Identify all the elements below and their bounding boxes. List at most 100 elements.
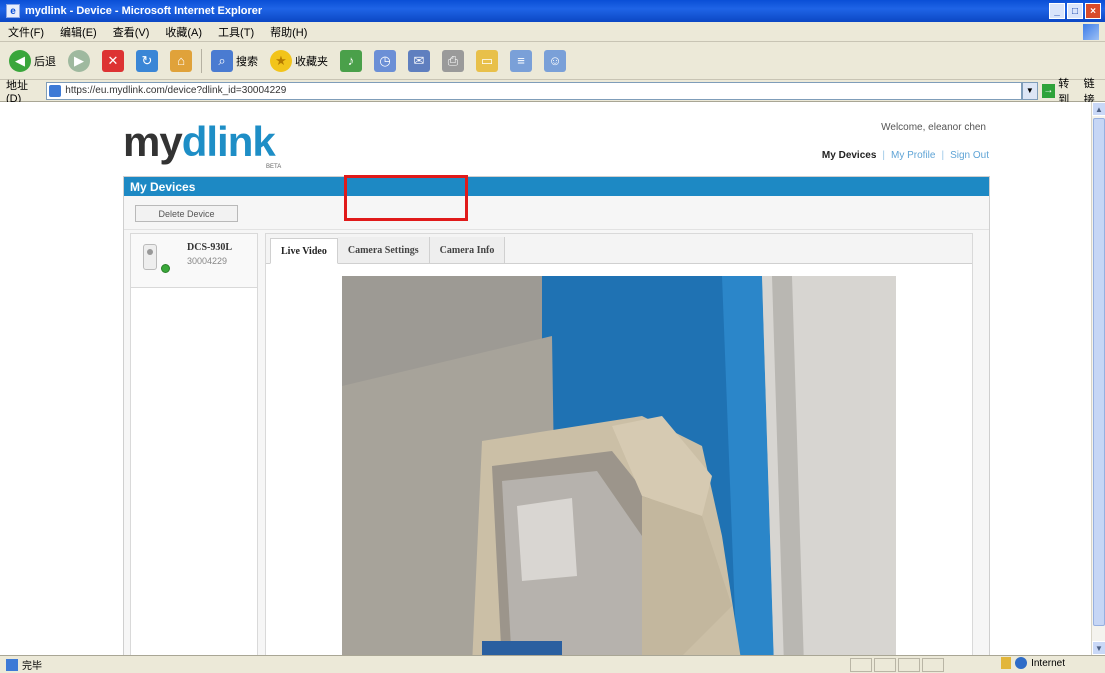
address-label: 地址(D) [6, 79, 28, 105]
maximize-button[interactable]: □ [1067, 3, 1083, 19]
logo-dlink: dlink [181, 118, 276, 165]
status-bar: 完毕 Internet [0, 655, 1105, 673]
scroll-down-icon[interactable]: ▼ [1092, 641, 1105, 655]
favorites-label: 收藏夹 [295, 55, 328, 68]
zone-label: Internet [1031, 657, 1065, 669]
search-label: 搜索 [236, 55, 258, 68]
folder-button[interactable]: ▭ [473, 48, 501, 74]
page-icon [49, 84, 62, 97]
device-tabbar: Live Video Camera Settings Camera Info [266, 234, 972, 264]
device-list: DCS-930L 30004229 [130, 233, 258, 655]
address-bar: 地址(D) https://eu.mydlink.com/device?dlin… [0, 78, 1105, 106]
star-icon: ★ [270, 49, 292, 72]
menu-file[interactable]: 文件(F) [8, 24, 44, 40]
mail-icon: ✉ [408, 49, 430, 72]
nav-my-profile[interactable]: My Profile [891, 150, 935, 161]
nav-my-devices[interactable]: My Devices [822, 150, 876, 161]
red-highlight-box [344, 175, 468, 221]
vertical-scrollbar[interactable]: ▲ ▼ [1091, 102, 1105, 655]
device-id: 30004229 [187, 256, 228, 266]
my-devices-panel: My Devices Delete Device DCS-930L 300042… [123, 176, 990, 655]
go-arrow-icon: → [1041, 83, 1056, 98]
messenger-button[interactable]: ☺ [541, 48, 569, 74]
globe-icon [1015, 657, 1028, 669]
messenger-icon: ☺ [544, 49, 566, 72]
history-button[interactable]: ◷ [371, 48, 399, 74]
menu-help[interactable]: 帮助(H) [270, 24, 307, 40]
window-titlebar: e mydlink - Device - Microsoft Internet … [0, 0, 1105, 22]
nav-sign-out[interactable]: Sign Out [950, 150, 989, 161]
device-list-item[interactable]: DCS-930L 30004229 [131, 234, 257, 288]
menu-view[interactable]: 查看(V) [113, 24, 150, 40]
online-status-icon [161, 264, 170, 273]
window-title: mydlink - Device - Microsoft Internet Ex… [25, 5, 263, 17]
tab-live-video[interactable]: Live Video [270, 238, 338, 264]
camera-icon [143, 244, 157, 270]
address-dropdown[interactable]: ▼ [1021, 81, 1038, 100]
security-zone: Internet [1001, 657, 1065, 669]
page-viewport: mydlink BETA Welcome, eleanor chen My De… [0, 102, 1091, 655]
close-button[interactable]: × [1085, 3, 1101, 19]
folder-icon: ▭ [476, 49, 498, 72]
logo-beta: BETA [266, 164, 282, 170]
logo-my: my [123, 118, 183, 165]
home-icon: ⌂ [170, 49, 192, 72]
print-icon: ⎙ [442, 49, 464, 72]
minimize-button[interactable]: _ [1049, 3, 1065, 19]
menu-edit[interactable]: 编辑(E) [60, 24, 97, 40]
stop-icon: ✕ [102, 49, 124, 72]
media-icon: ♪ [340, 49, 362, 72]
refresh-button[interactable]: ↻ [133, 48, 161, 74]
address-input[interactable]: https://eu.mydlink.com/device?dlink_id=3… [46, 81, 1022, 100]
research-icon: ≡ [510, 49, 532, 72]
browser-toolbar: ◀ 后退 ▶ ✕ ↻ ⌂ ⌕ 搜索 ★ 收藏夹 ♪ ◷ ✉ ⎙ ▭ ≡ ☺ [0, 42, 1105, 80]
address-url: https://eu.mydlink.com/device?dlink_id=3… [65, 85, 287, 96]
search-button[interactable]: ⌕ 搜索 [208, 48, 261, 74]
print-button[interactable]: ⎙ [439, 48, 467, 74]
back-label: 后退 [34, 55, 56, 68]
forward-arrow-icon: ▶ [68, 49, 90, 72]
media-button[interactable]: ♪ [337, 48, 365, 74]
menu-favorites[interactable]: 收藏(A) [165, 24, 202, 40]
lock-icon [1001, 657, 1012, 669]
ie-app-icon: e [6, 4, 20, 18]
menu-tools[interactable]: 工具(T) [218, 24, 254, 40]
toolbar-divider [201, 48, 202, 73]
status-segment [898, 658, 920, 672]
tab-camera-info[interactable]: Camera Info [429, 237, 506, 263]
search-icon: ⌕ [211, 49, 233, 72]
status-segment [874, 658, 896, 672]
favorites-button[interactable]: ★ 收藏夹 [267, 48, 331, 74]
top-nav: My Devices | My Profile | Sign Out [822, 150, 989, 161]
panel-divider [124, 229, 989, 230]
video-frame-image [342, 276, 896, 655]
stop-button[interactable]: ✕ [99, 48, 127, 74]
welcome-text: Welcome, eleanor chen [881, 122, 986, 133]
back-button[interactable]: ◀ 后退 [6, 48, 59, 74]
nav-separator: | [882, 150, 886, 161]
status-segment [850, 658, 872, 672]
menu-bar: 文件(F) 编辑(E) 查看(V) 收藏(A) 工具(T) 帮助(H) [0, 22, 1105, 42]
forward-button[interactable]: ▶ [65, 48, 93, 74]
window-controls: _ □ × [1049, 3, 1101, 19]
device-tabs-area: Live Video Camera Settings Camera Info [265, 233, 973, 655]
history-icon: ◷ [374, 49, 396, 72]
mydlink-logo[interactable]: mydlink BETA [123, 118, 281, 170]
delete-device-button[interactable]: Delete Device [135, 205, 238, 222]
status-text: 完毕 [22, 661, 42, 672]
panel-title: My Devices [124, 177, 989, 196]
tab-camera-settings[interactable]: Camera Settings [337, 237, 430, 263]
home-button[interactable]: ⌂ [167, 48, 195, 74]
mail-button[interactable]: ✉ [405, 48, 433, 74]
nav-separator: | [941, 150, 945, 161]
research-button[interactable]: ≡ [507, 48, 535, 74]
status-segment [922, 658, 944, 672]
refresh-icon: ↻ [136, 49, 158, 72]
scroll-up-icon[interactable]: ▲ [1092, 102, 1105, 116]
scroll-thumb[interactable] [1093, 118, 1105, 626]
back-arrow-icon: ◀ [9, 49, 31, 72]
device-name: DCS-930L [187, 242, 233, 253]
page-status-icon [6, 658, 18, 671]
windows-flag-icon [1083, 24, 1099, 40]
live-video-feed[interactable] [342, 276, 896, 655]
